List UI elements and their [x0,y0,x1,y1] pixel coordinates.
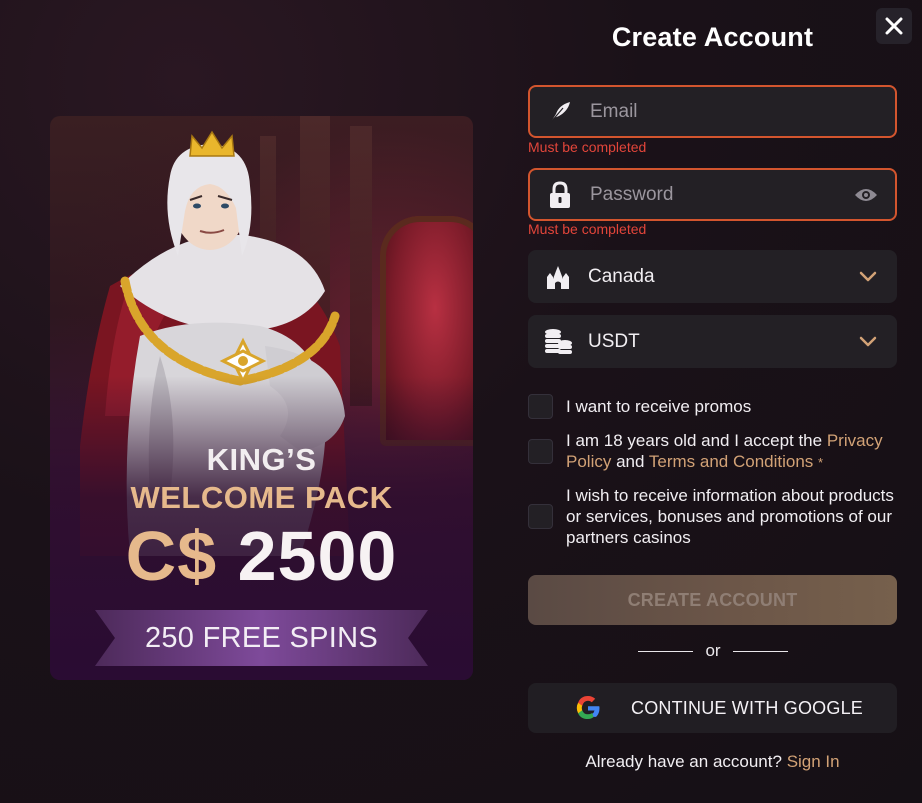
promo-title: KING’S [206,442,317,477]
promo-currency: C$ [125,517,218,595]
terms-link[interactable]: Terms and Conditions [649,452,813,471]
age-checkbox-row: I am 18 years old and I accept the Priva… [528,430,897,473]
country-value: Canada [588,265,655,287]
feather-icon [530,99,590,125]
google-button-label: CONTINUE WITH GOOGLE [631,697,864,718]
castle-icon [528,265,588,289]
partners-checkbox[interactable] [528,504,553,529]
free-spins-label: 250 FREE SPINS [144,622,379,654]
password-field[interactable]: Password [528,168,897,221]
divider-line [733,650,788,652]
promo-amount-value: 2500 [237,517,398,595]
country-select[interactable]: Canada [528,250,897,303]
chevron-down-icon [839,271,897,282]
eye-icon [855,188,877,201]
password-error: Must be completed [528,221,647,237]
partners-checkbox-row: I wish to receive information about prod… [528,485,897,548]
chevron-down-icon [839,336,897,347]
promo-subtitle: WELCOME PACK [130,480,393,515]
sign-in-link[interactable]: Sign In [787,752,840,771]
promos-checkbox-row: I want to receive promos [528,394,897,419]
email-error: Must be completed [528,139,647,155]
show-password-toggle[interactable] [837,187,895,203]
create-account-button[interactable]: CREATE ACCOUNT [528,575,897,625]
google-icon [528,695,648,721]
signin-row: Already have an account? Sign In [528,752,897,772]
promos-checkbox[interactable] [528,394,553,419]
currency-select[interactable]: USDT [528,315,897,368]
promo-amount: C$ 2500 [50,516,473,596]
partners-label: I wish to receive information about prod… [566,486,894,547]
password-input[interactable]: Password [590,184,837,206]
age-terms-checkbox[interactable] [528,439,553,464]
page-title: Create Account [611,22,814,52]
lock-icon [530,180,590,209]
signin-prompt: Already have an account? [585,752,782,771]
continue-with-google-button[interactable]: CONTINUE WITH GOOGLE [528,683,897,733]
promos-label: I want to receive promos [566,397,752,416]
or-text: or [705,641,721,660]
coins-icon [528,328,588,356]
age-terms-label: I am 18 years old and I accept the Priva… [566,430,897,473]
divider-line [638,650,693,652]
free-spins-ribbon: 250 FREE SPINS [95,610,428,666]
email-input[interactable]: Email [590,101,895,123]
email-field[interactable]: Email [528,85,897,138]
and-text: and [616,452,645,471]
age-terms-text: I am 18 years old and I accept the [566,431,823,450]
required-asterisk: * [818,455,824,470]
or-divider: or [638,641,788,661]
currency-value: USDT [588,330,640,352]
promo-banner: KING’S WELCOME PACK C$ 2500 250 FREE SPI… [50,116,473,680]
